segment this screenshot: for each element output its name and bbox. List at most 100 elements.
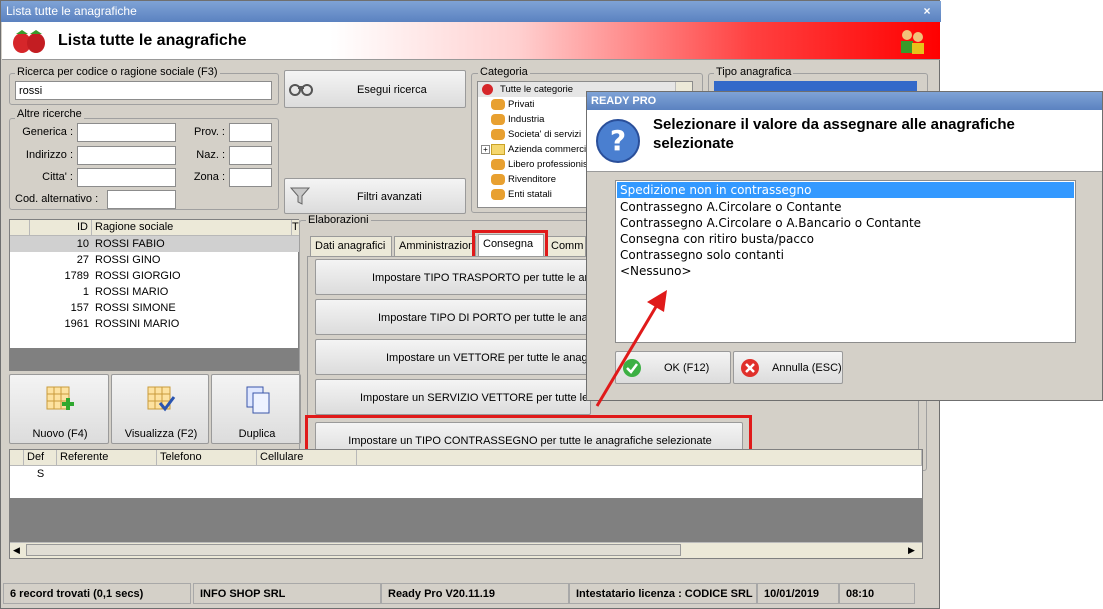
search-group-label: Ricerca per codice o ragione sociale (F3… bbox=[15, 66, 220, 78]
cod-alt-input[interactable] bbox=[107, 190, 176, 209]
scroll-right-icon[interactable]: ▶ bbox=[908, 545, 915, 556]
naz-label: Naz. : bbox=[196, 149, 225, 161]
advanced-filters-button[interactable]: Filtri avanzati bbox=[284, 178, 466, 214]
options-listbox[interactable]: Spedizione non in contrassegno Contrasse… bbox=[615, 180, 1076, 343]
table-row[interactable]: 157 ROSSI SIMONE bbox=[10, 300, 300, 316]
cancel-icon bbox=[741, 359, 759, 377]
table-row[interactable]: 10 ROSSI FABIO bbox=[10, 236, 300, 252]
status-license: Intestatario licenza : CODICE SRL bbox=[569, 583, 757, 604]
search-button[interactable]: Esegui ricerca bbox=[284, 70, 466, 108]
expand-icon[interactable]: + bbox=[481, 145, 490, 154]
search-button-label: Esegui ricerca bbox=[357, 84, 427, 96]
checkmark-icon bbox=[623, 359, 641, 377]
category-label: Categoria bbox=[478, 66, 530, 78]
citta-label: Citta' : bbox=[42, 171, 73, 183]
naz-input[interactable] bbox=[229, 146, 272, 165]
window-title: Lista tutte le anagrafiche bbox=[6, 4, 137, 18]
prov-label: Prov. : bbox=[194, 126, 225, 138]
svg-text:?: ? bbox=[610, 124, 626, 157]
folder-icon bbox=[491, 144, 505, 155]
status-records: 6 record trovati (0,1 secs) bbox=[3, 583, 191, 604]
column-header-def[interactable]: Def bbox=[24, 450, 57, 466]
strawberry-icon bbox=[482, 84, 493, 95]
list-item[interactable]: Contrassegno A.Circolare o A.Bancario o … bbox=[617, 215, 1074, 231]
scroll-left-icon[interactable]: ◀ bbox=[13, 545, 20, 556]
list-item[interactable]: Contrassegno A.Circolare o Contante bbox=[617, 199, 1074, 215]
view-button-label: Visualizza (F2) bbox=[124, 428, 198, 440]
scrollbar-thumb[interactable] bbox=[26, 544, 681, 556]
indirizzo-label: Indirizzo : bbox=[25, 149, 73, 161]
contacts-table: Def Referente Telefono Cellulare S ◀ ▶ bbox=[9, 449, 923, 559]
dialog-title: READY PRO bbox=[591, 95, 657, 107]
status-version: Ready Pro V20.11.19 bbox=[381, 583, 569, 604]
users-icon bbox=[491, 189, 505, 200]
table-row[interactable]: 1961 ROSSINI MARIO bbox=[10, 316, 300, 332]
cod-alt-label: Cod. alternativo : bbox=[15, 193, 99, 205]
horizontal-scrollbar[interactable]: ◀ ▶ bbox=[10, 542, 922, 558]
dialog-titlebar: READY PRO bbox=[587, 92, 1102, 110]
page-title: Lista tutte le anagrafiche bbox=[58, 32, 247, 49]
results-table: ID Ragione sociale Tip 10ROSSI FABIO 27R… bbox=[9, 219, 300, 371]
users-icon bbox=[491, 99, 505, 110]
duplicate-button[interactable]: Duplica bbox=[211, 374, 301, 444]
tipo-label: Tipo anagrafica bbox=[714, 66, 794, 78]
table-body: 10 ROSSI FABIO 27 ROSSI GINO 1789 ROSSI GIO… bbox=[10, 236, 300, 332]
new-button-label: Nuovo (F4) bbox=[32, 428, 88, 440]
zona-input[interactable] bbox=[229, 168, 272, 187]
tab-amministrazione[interactable]: Amministrazione bbox=[394, 236, 476, 256]
set-carrier-service-button[interactable]: Impostare un SERVIZIO VETTORE per tutte … bbox=[315, 379, 591, 415]
contact-def-cell[interactable]: S bbox=[24, 466, 57, 482]
close-icon[interactable]: × bbox=[919, 4, 935, 18]
other-search-label: Altre ricerche bbox=[15, 108, 84, 120]
new-grid-icon bbox=[46, 386, 74, 410]
users-icon bbox=[491, 159, 505, 170]
set-carrier-button[interactable]: Impostare un VETTORE per tutte le anagra… bbox=[315, 339, 591, 375]
list-item[interactable]: Consegna con ritiro busta/pacco bbox=[617, 231, 1074, 247]
list-item[interactable]: Spedizione non in contrassegno bbox=[617, 182, 1074, 198]
citta-input[interactable] bbox=[77, 168, 176, 187]
view-grid-icon bbox=[147, 386, 176, 412]
strawberry-logo-icon bbox=[13, 30, 45, 53]
column-header-id[interactable]: ID bbox=[30, 220, 92, 236]
binoculars-icon bbox=[289, 84, 313, 96]
list-item[interactable]: <Nessuno> bbox=[617, 263, 1074, 279]
column-header-cellulare[interactable]: Cellulare bbox=[257, 450, 357, 466]
dialog-message: Selezionare il valore da assegnare alle … bbox=[653, 116, 1015, 152]
generica-label: Generica : bbox=[22, 126, 73, 138]
cancel-button[interactable]: Annulla (ESC) bbox=[733, 351, 843, 384]
users-icon bbox=[491, 129, 505, 140]
table-row[interactable]: 27 ROSSI GINO bbox=[10, 252, 300, 268]
indirizzo-input[interactable] bbox=[77, 146, 176, 165]
column-header-referente[interactable]: Referente bbox=[57, 450, 157, 466]
funnel-icon bbox=[289, 187, 311, 205]
new-button[interactable]: Nuovo (F4) bbox=[9, 374, 109, 444]
ok-button[interactable]: OK (F12) bbox=[615, 351, 731, 384]
duplicate-button-label: Duplica bbox=[238, 428, 276, 440]
set-port-type-button[interactable]: Impostare TIPO DI PORTO per tutte le ana… bbox=[315, 299, 591, 335]
list-item[interactable]: Contrassegno solo contanti bbox=[617, 247, 1074, 263]
select-value-dialog: READY PRO ? Selezionare il valore da ass… bbox=[586, 91, 1103, 401]
users-icon bbox=[491, 114, 505, 125]
window-titlebar: Lista tutte le anagrafiche bbox=[1, 1, 941, 22]
question-icon: ? bbox=[596, 119, 640, 163]
duplicate-icon bbox=[246, 386, 270, 414]
users-icon bbox=[901, 30, 924, 54]
generica-input[interactable] bbox=[77, 123, 176, 142]
column-header-telefono[interactable]: Telefono bbox=[157, 450, 257, 466]
advanced-filters-label: Filtri avanzati bbox=[357, 191, 422, 203]
table-row[interactable]: 1789 ROSSI GIORGIO bbox=[10, 268, 300, 284]
table-footer bbox=[10, 348, 298, 370]
table-row[interactable]: 1 ROSSI MARIO bbox=[10, 284, 300, 300]
view-button[interactable]: Visualizza (F2) bbox=[111, 374, 209, 444]
users-icon bbox=[491, 174, 505, 185]
tab-commerciale[interactable]: Comm bbox=[546, 236, 586, 256]
status-company: INFO SHOP SRL bbox=[193, 583, 381, 604]
status-time: 08:10 bbox=[839, 583, 915, 604]
set-transport-type-button[interactable]: Impostare TIPO TRASPORTO per tutte le an… bbox=[315, 259, 591, 295]
window-header: Lista tutte le anagrafiche bbox=[2, 22, 940, 60]
search-input[interactable] bbox=[15, 81, 272, 100]
prov-input[interactable] bbox=[229, 123, 272, 142]
column-header-name[interactable]: Ragione sociale bbox=[92, 220, 292, 236]
tab-dati-anagrafici[interactable]: Dati anagrafici bbox=[310, 236, 392, 256]
status-date: 10/01/2019 bbox=[757, 583, 839, 604]
